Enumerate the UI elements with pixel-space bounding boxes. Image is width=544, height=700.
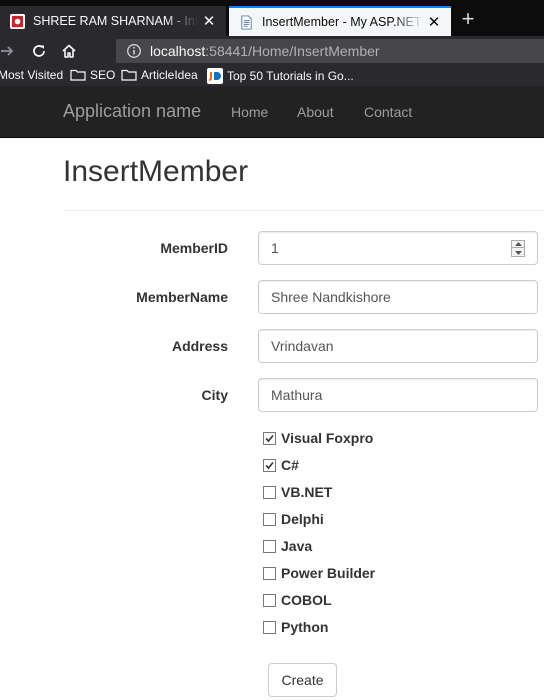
create-button[interactable]: Create xyxy=(268,663,337,697)
browser-tab-strip: SHREE RAM SHARNAM - Internet ✕ InsertMem… xyxy=(0,0,544,36)
checkbox-row-vb-net[interactable]: VB.NET xyxy=(263,484,332,500)
address-value: Vrindavan xyxy=(271,338,334,354)
spinner-down-icon[interactable] xyxy=(512,249,524,256)
checkbox-row-python[interactable]: Python xyxy=(263,619,328,635)
info-icon[interactable] xyxy=(126,43,142,59)
checkbox-row-c[interactable]: C# xyxy=(263,457,299,473)
folder-icon xyxy=(70,69,86,81)
city-input[interactable]: Mathura xyxy=(258,378,538,412)
new-tab-button[interactable]: + xyxy=(455,7,481,33)
checkbox-row-cobol[interactable]: COBOL xyxy=(263,592,332,608)
memberid-label: MemberID xyxy=(160,240,228,256)
membername-label: MemberName xyxy=(136,289,228,305)
browser-tab-shree-ram-sharnam[interactable]: SHREE RAM SHARNAM - Internet ✕ xyxy=(0,6,226,36)
bookmark-most-visited[interactable]: Most Visited xyxy=(0,68,63,82)
checkbox-label: C# xyxy=(281,457,299,473)
close-tab-icon[interactable]: ✕ xyxy=(423,13,445,31)
address-bar[interactable]: localhost:58441/Home/InsertMember xyxy=(116,39,544,63)
checkmark-icon xyxy=(265,434,274,442)
checkbox-unchecked[interactable] xyxy=(263,620,276,634)
bookmark-label: SEO xyxy=(90,68,116,82)
checkbox-checked[interactable] xyxy=(263,458,276,472)
checkbox-label: Delphi xyxy=(281,511,324,527)
checkbox-unchecked[interactable] xyxy=(263,566,276,580)
checkbox-row-visual-foxpro[interactable]: Visual Foxpro xyxy=(263,430,373,446)
checkbox-unchecked[interactable] xyxy=(263,539,276,553)
app-navbar: Application name Home About Contact xyxy=(0,86,544,138)
checkbox-label: Power Builder xyxy=(281,565,376,581)
bookmark-label: Most Visited xyxy=(0,68,64,82)
home-icon[interactable] xyxy=(58,40,80,62)
page-favicon-icon xyxy=(241,14,252,30)
checkbox-row-java[interactable]: Java xyxy=(263,538,312,554)
checkbox-unchecked[interactable] xyxy=(263,512,276,526)
page-title: InsertMember xyxy=(63,155,249,188)
checkbox-label: COBOL xyxy=(281,592,332,608)
bookmark-seo[interactable]: SEO xyxy=(70,68,115,82)
browser-tab-insertmember[interactable]: InsertMember - My ASP.NET Application ✕ xyxy=(229,6,451,36)
nav-link-about[interactable]: About xyxy=(297,104,334,120)
reload-icon[interactable] xyxy=(28,40,50,62)
checkbox-unchecked[interactable] xyxy=(263,593,276,607)
divider xyxy=(63,210,544,211)
checkbox-row-delphi[interactable]: Delphi xyxy=(263,511,324,527)
tab-title: InsertMember - My ASP.NET Application xyxy=(262,15,423,29)
checkbox-label: VB.NET xyxy=(281,484,333,500)
address-input[interactable]: Vrindavan xyxy=(258,329,538,363)
url-host: localhost xyxy=(150,43,206,59)
app-brand-link[interactable]: Application name xyxy=(63,101,201,122)
url-path: :58441/Home/InsertMember xyxy=(205,43,380,59)
checkbox-label: Visual Foxpro xyxy=(281,430,374,446)
checkbox-row-power-builder[interactable]: Power Builder xyxy=(263,565,375,581)
checkmark-icon xyxy=(265,461,274,469)
membername-input[interactable]: Shree Nandkishore xyxy=(258,280,538,314)
checkbox-label: Python xyxy=(281,619,329,635)
checkbox-checked[interactable] xyxy=(263,431,276,445)
membername-value: Shree Nandkishore xyxy=(271,289,391,305)
browser-toolbar: localhost:58441/Home/InsertMember xyxy=(0,36,544,66)
site-favicon-icon xyxy=(10,13,25,29)
checkbox-unchecked[interactable] xyxy=(263,485,276,499)
folder-icon xyxy=(121,69,137,81)
spinner-up-icon[interactable] xyxy=(512,241,524,248)
nav-link-home[interactable]: Home xyxy=(231,104,268,120)
bookmark-label: ArticleIdea xyxy=(141,68,198,82)
bookmark-top-50-tutorials[interactable]: Top 50 Tutorials in Go... xyxy=(207,68,354,84)
tab-title: SHREE RAM SHARNAM - Internet xyxy=(33,14,198,28)
bookmarks-toolbar: Most Visited SEO ArticleIdea Top 50 Tuto… xyxy=(0,66,544,86)
memberid-input[interactable]: 1 xyxy=(258,231,538,265)
city-value: Mathura xyxy=(271,387,323,403)
checkbox-label: Java xyxy=(281,538,313,554)
jd-favicon-icon xyxy=(207,68,223,84)
nav-link-contact[interactable]: Contact xyxy=(364,104,412,120)
forward-arrow-icon[interactable] xyxy=(0,40,18,62)
city-label: City xyxy=(201,387,228,403)
number-spinner[interactable] xyxy=(511,240,525,257)
close-tab-icon[interactable]: ✕ xyxy=(198,12,220,30)
memberid-value: 1 xyxy=(271,240,279,256)
bookmark-articleidea[interactable]: ArticleIdea xyxy=(121,68,198,82)
bookmark-label: Top 50 Tutorials in Go... xyxy=(227,69,354,83)
address-label: Address xyxy=(171,338,228,354)
